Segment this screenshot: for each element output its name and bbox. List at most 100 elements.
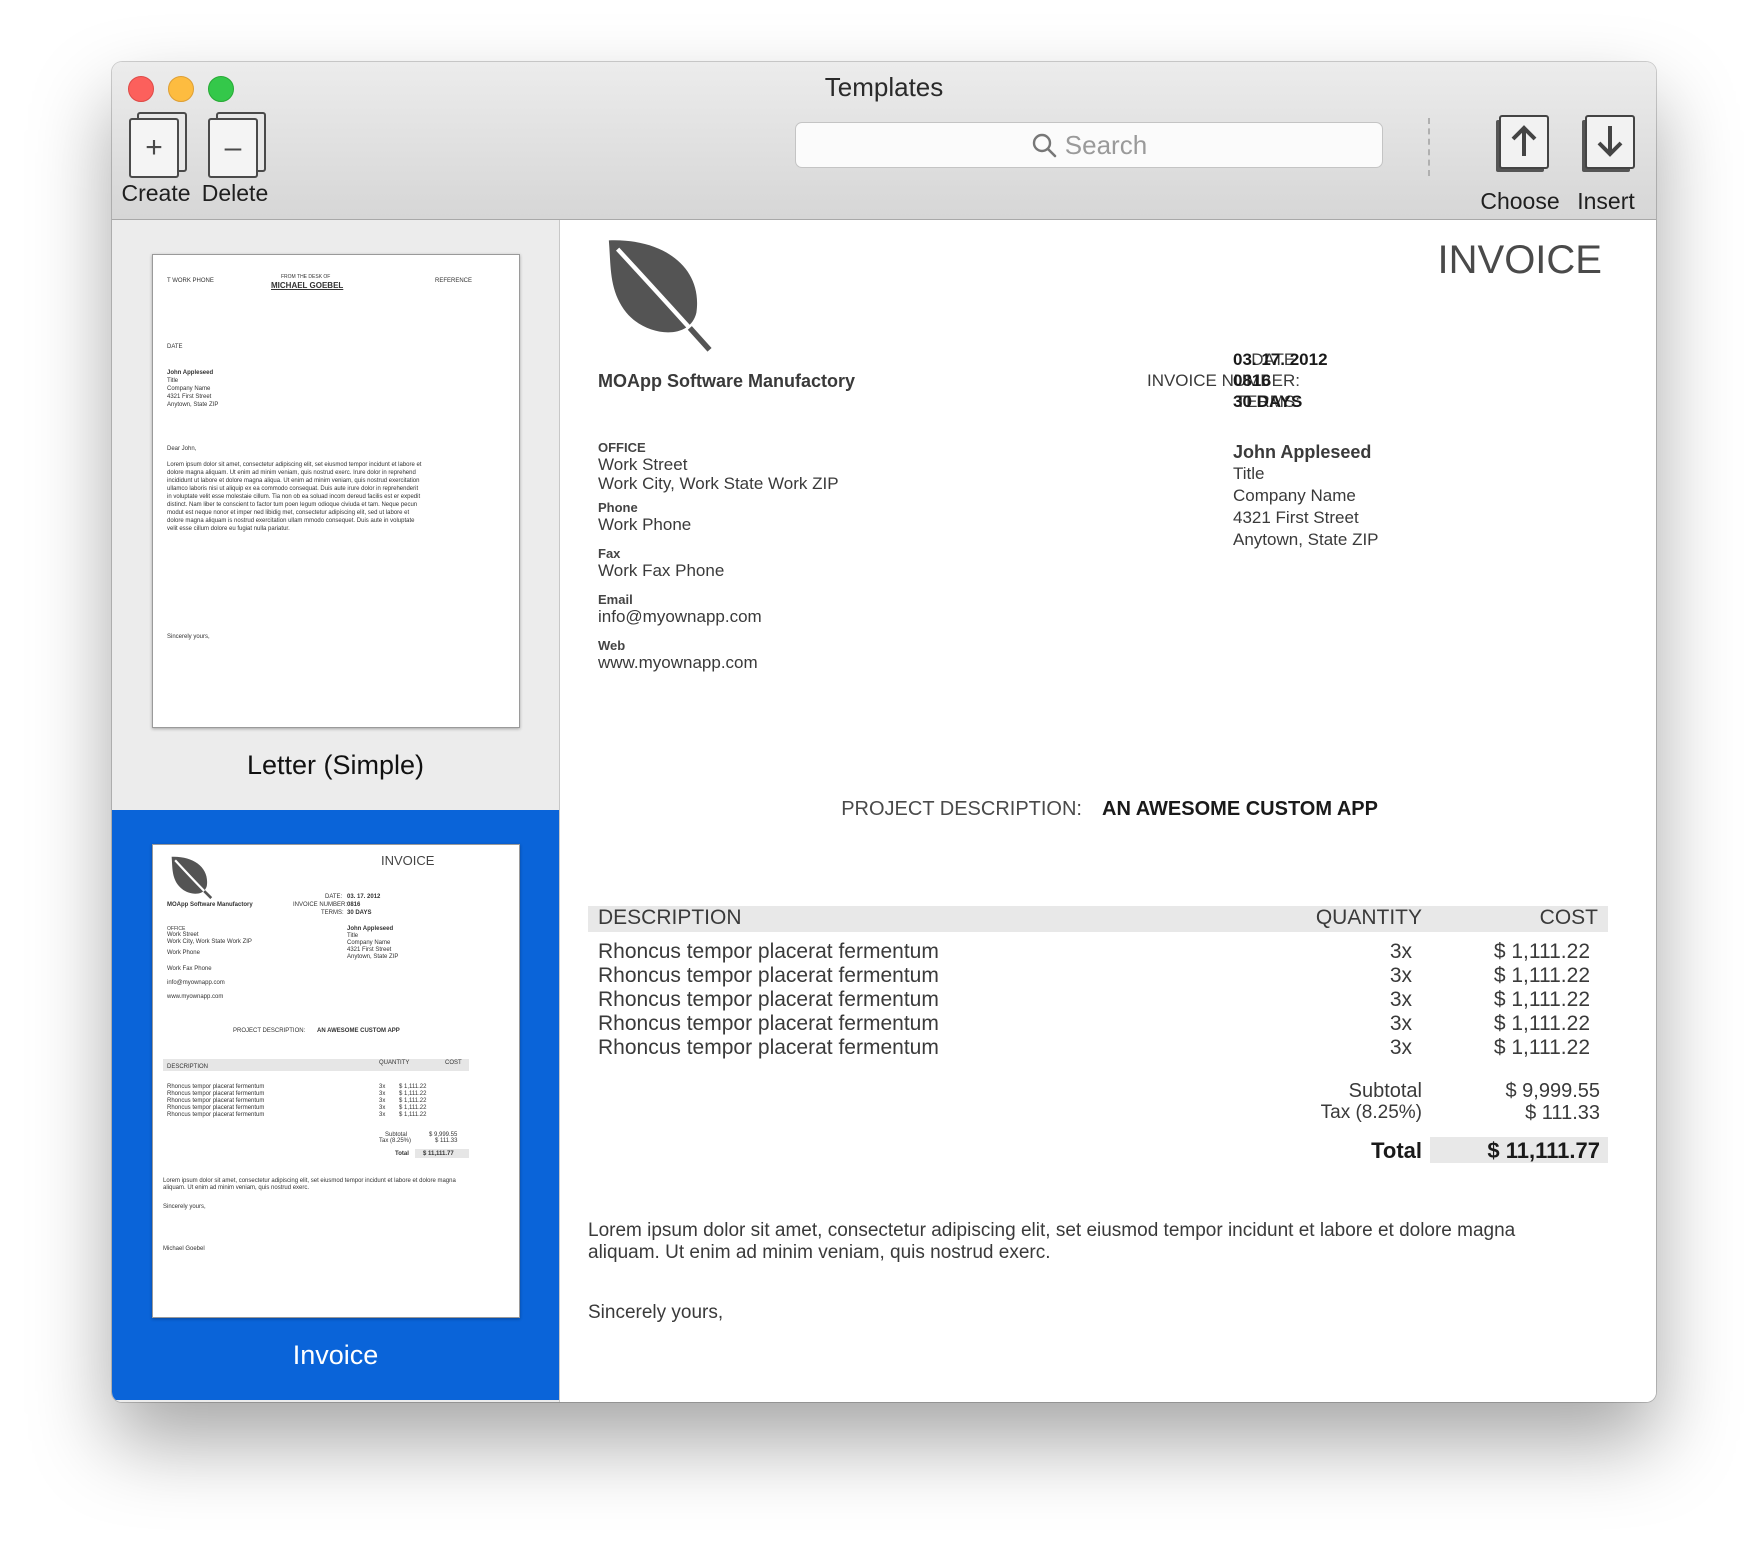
template-sidebar: T WORK PHONE FROM THE DESK OF MICHAEL GO…: [112, 220, 560, 1402]
col-cost: COST: [1539, 906, 1598, 929]
thumb-recipient-1: Title: [167, 378, 179, 384]
project-value: AN AWESOME CUSTOM APP: [1102, 798, 1378, 820]
thumb-col-quantity: QUANTITY: [379, 1060, 410, 1066]
template-item-invoice[interactable]: INVOICE MOApp Software Manufactory DATE:…: [112, 810, 559, 1400]
company-name: MOApp Software Manufactory: [598, 371, 856, 391]
thumb-from-desk: FROM THE DESK OF: [281, 274, 331, 280]
item-quantity: 3x: [1389, 1036, 1412, 1059]
create-button[interactable]: + Create: [116, 112, 196, 207]
thumb-web: www.myownapp.com: [167, 994, 224, 1000]
leaf-logo-icon: [171, 856, 213, 899]
closing-text: Sincerely yours,: [588, 1302, 724, 1323]
email-value: info@myownapp.com: [598, 607, 762, 626]
templates-window: Templates + Create – Delete Search Choos…: [112, 62, 1656, 1402]
create-label: Create: [121, 180, 191, 206]
item-cost: $ 1,111.22: [1493, 964, 1590, 987]
item-description: Rhoncus tempor placerat fermentum: [598, 940, 939, 963]
item-quantity: 3x: [1389, 964, 1412, 987]
thumb-date-label: DATE:: [325, 894, 343, 900]
search-placeholder: Search: [1064, 129, 1148, 160]
item-cost: $ 1,111.22: [1493, 940, 1590, 963]
table-row: Rhoncus tempor placerat fermentum 3x $ 1,1…: [598, 1012, 1598, 1036]
fax-label: Fax: [598, 546, 621, 561]
invoice-number-value: 0816: [1233, 371, 1271, 390]
item-description: Rhoncus tempor placerat fermentum: [598, 964, 939, 987]
template-item-letter[interactable]: T WORK PHONE FROM THE DESK OF MICHAEL GO…: [112, 220, 559, 810]
tax-value: $ 111.33: [1525, 1102, 1600, 1124]
items-table-header: DESCRIPTION QUANTITY COST: [588, 906, 1608, 932]
office-city: Work City, Work State Work ZIP: [598, 474, 839, 493]
thumb-date-value: 03. 17. 2012: [347, 894, 381, 900]
window-title: Templates: [824, 72, 944, 102]
thumb-recipient-2: Company Name: [167, 386, 211, 392]
thumb-name: MICHAEL GOEBEL: [271, 281, 344, 290]
thumb-client-city: Anytown, State ZIP: [347, 954, 399, 960]
thumb-number-label: INVOICE NUMBER:: [293, 902, 348, 908]
search-field[interactable]: Search: [795, 122, 1383, 168]
table-row: Rhoncus tempor placerat fermentum 3x $ 1,1…: [598, 1036, 1598, 1060]
project-label: PROJECT DESCRIPTION:: [841, 798, 1082, 820]
leaf-logo-icon: [608, 240, 712, 352]
thumb-body-4: in voluptate velit esse molestaie cillum…: [167, 494, 421, 500]
item-description: Rhoncus tempor placerat fermentum: [598, 1012, 939, 1035]
thumb-company: MOApp Software Manufactory: [167, 902, 253, 908]
item-quantity: 3x: [1389, 1012, 1412, 1035]
choose-label: Choose: [1480, 188, 1560, 214]
total-label: Total: [1371, 1138, 1422, 1163]
item-cost: $ 1,111.22: [1493, 988, 1590, 1011]
thumb-phone: Work Phone: [167, 950, 200, 956]
invoice-thumbnail: INVOICE MOApp Software Manufactory DATE:…: [152, 844, 520, 1318]
template-label-letter: Letter (Simple): [246, 750, 425, 780]
thumb-signature: Michael Goebel: [163, 1246, 205, 1252]
toolbar: Templates + Create – Delete Search Choos…: [112, 62, 1656, 220]
web-label: Web: [598, 638, 626, 653]
col-quantity: QUANTITY: [1315, 906, 1422, 929]
delete-button[interactable]: – Delete: [192, 112, 278, 207]
client-company: Company Name: [1233, 486, 1356, 505]
search-icon: [1032, 133, 1057, 158]
thumb-number-value: 0816: [347, 902, 361, 908]
toolbar-separator: [1428, 118, 1430, 176]
thumb-col-description: DESCRIPTION: [167, 1064, 209, 1070]
tax-label: Tax (8.25%): [1320, 1102, 1422, 1123]
thumb-terms-value: 30 DAYS: [347, 910, 372, 916]
body-line-1: Lorem ipsum dolor sit amet, consectetur …: [588, 1220, 1516, 1241]
fax-value: Work Fax Phone: [598, 561, 725, 580]
office-label: OFFICE: [598, 440, 646, 455]
thumb-fax: Work Fax Phone: [167, 966, 212, 972]
thumb-project-value: AN AWESOME CUSTOM APP: [317, 1028, 400, 1034]
office-street: Work Street: [598, 455, 688, 474]
thumb-project-label: PROJECT DESCRIPTION:: [233, 1028, 306, 1034]
table-row: Rhoncus tempor placerat fermentum 3x $ 1,1…: [598, 988, 1598, 1012]
table-row: Rhoncus tempor placerat fermentum 3x $ 1,1…: [598, 940, 1598, 964]
web-value: www.myownapp.com: [598, 653, 758, 672]
item-cost: $ 1,111.22: [1493, 1036, 1590, 1059]
thumb-body-5: distinct. Nam liber te conscient to fact…: [167, 502, 418, 508]
thumb-body-line2: aliquam. Ut enim ad minim veniam, quis n…: [163, 1185, 310, 1191]
thumb-total-label: Total: [395, 1151, 409, 1157]
insert-button[interactable]: Insert: [1568, 112, 1644, 215]
thumb-reference: REFERENCE: [435, 278, 473, 284]
thumb-col-cost: COST: [445, 1060, 462, 1066]
thumb-body-3: ullamco laboris nisi ut aliquip ex ea co…: [167, 486, 419, 492]
invoice-number-label: INVOICE NUMBER:: [1146, 371, 1300, 390]
item-quantity: 3x: [1389, 940, 1412, 963]
letter-thumbnail: T WORK PHONE FROM THE DESK OF MICHAEL GO…: [152, 254, 520, 728]
choose-button[interactable]: Choose: [1472, 112, 1568, 215]
thumb-closing: Sincerely yours,: [167, 634, 210, 640]
client-title: Title: [1233, 464, 1265, 483]
client-city: Anytown, State ZIP: [1233, 530, 1379, 549]
thumb-greeting: Dear John,: [167, 446, 197, 452]
item-description: Rhoncus tempor placerat fermentum: [598, 1036, 939, 1059]
invoice-heading: INVOICE: [1437, 238, 1602, 282]
thumb-recipient-3: 4321 First Street: [167, 394, 212, 400]
subtotal-label: Subtotal: [1348, 1080, 1422, 1102]
phone-value: Work Phone: [598, 515, 692, 534]
date-value: 03. 17. 2012: [1233, 350, 1328, 369]
insert-label: Insert: [1577, 188, 1635, 214]
thumb-recipient-0: John Appleseed: [167, 370, 214, 376]
thumb-tax-value: $ 111.33: [435, 1138, 458, 1144]
thumb-item-description: Rhoncus tempor placerat fermentum: [167, 1112, 265, 1118]
template-label-invoice: Invoice: [292, 1340, 379, 1370]
thumb-recipient-4: Anytown, State ZIP: [167, 402, 219, 408]
